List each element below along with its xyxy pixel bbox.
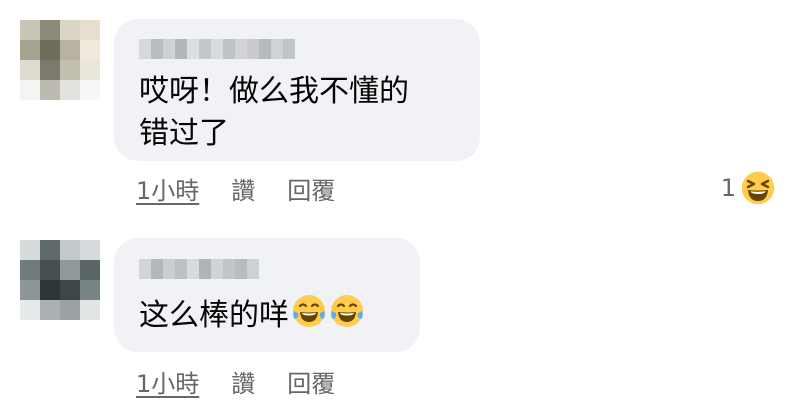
comment-actions: 1小時 讚 回覆: [136, 171, 367, 205]
tears-of-joy-emoji-icon: [293, 295, 325, 327]
comment-bubble: 哎呀！做么我不懂的 错过了: [114, 19, 480, 161]
tears-of-joy-emoji-icon: [331, 295, 363, 327]
laughing-squint-emoji-icon: [740, 170, 776, 206]
comment-text-content: 这么棒的咩: [139, 298, 289, 333]
comment-actions: 1小時 讚 回覆: [136, 364, 367, 398]
timestamp-link[interactable]: 1小時: [136, 364, 199, 399]
like-button[interactable]: 讚: [231, 364, 255, 399]
avatar[interactable]: [20, 20, 100, 100]
reaction-summary[interactable]: 1: [721, 170, 776, 206]
reply-button[interactable]: 回覆: [287, 364, 335, 399]
like-button[interactable]: 讚: [231, 171, 255, 206]
timestamp-link[interactable]: 1小時: [136, 171, 199, 206]
reaction-count: 1: [720, 174, 736, 202]
reply-button[interactable]: 回覆: [287, 171, 335, 206]
comment-text: 这么棒的咩: [139, 293, 396, 337]
comment-text: 哎呀！做么我不懂的 错过了: [139, 74, 409, 151]
commenter-name-redacted[interactable]: [139, 259, 259, 279]
comment-bubble: 这么棒的咩: [114, 238, 420, 352]
commenter-name-redacted[interactable]: [139, 39, 295, 59]
avatar[interactable]: [20, 240, 100, 320]
